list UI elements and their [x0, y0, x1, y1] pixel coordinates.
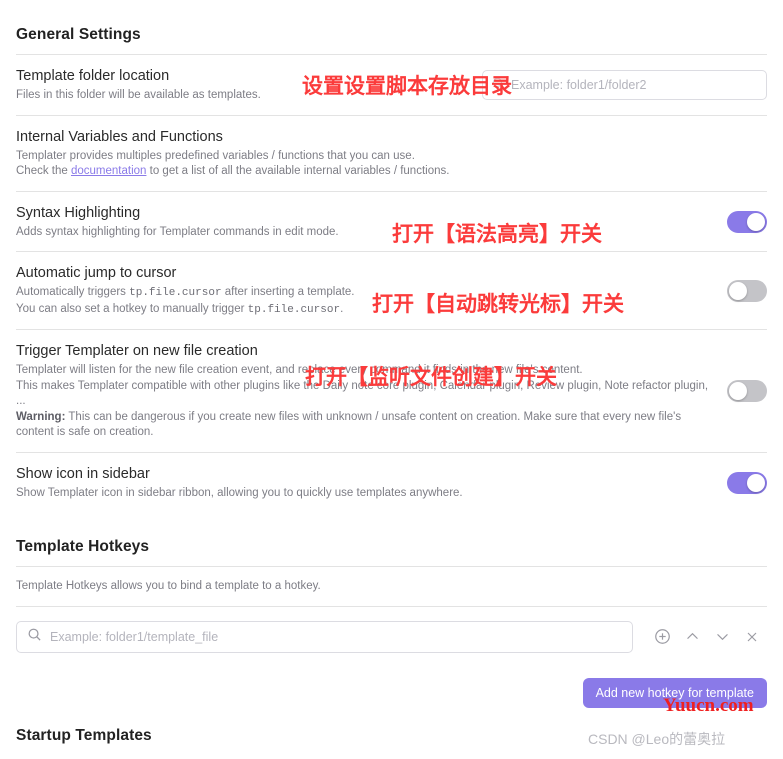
- toggle-show-icon-in-sidebar[interactable]: [727, 471, 767, 494]
- desc-a1: Automatically triggers: [16, 286, 130, 298]
- toggle-knob: [747, 473, 765, 492]
- hotkey-search-placeholder: Example: folder1/template_file: [50, 629, 219, 644]
- section-title-template-hotkeys: Template Hotkeys: [16, 538, 150, 555]
- setting-name: Trigger Templater on new file creation: [16, 343, 258, 359]
- setting-name: Show icon in sidebar: [16, 465, 150, 482]
- add-hotkey-button-wrap: Add new hotkey for template: [16, 665, 767, 713]
- setting-description-warning: Warning: This can be dangerous if you cr…: [16, 410, 715, 441]
- desc-b1: You can also set a hotkey to manually tr…: [16, 302, 248, 315]
- setting-row-show-icon-in-sidebar: Show icon in sidebar Show Templater icon…: [16, 453, 767, 513]
- search-icon: [27, 627, 42, 647]
- desc-code-2: tp.file.cursor: [247, 303, 341, 316]
- toggle-trigger-on-new-file[interactable]: [727, 380, 767, 403]
- desc-a2: after inserting a template.: [221, 286, 355, 298]
- setting-name: Syntax Highlighting: [16, 204, 141, 221]
- setting-info: Internal Variables and Functions Templat…: [16, 128, 767, 180]
- template-hotkeys-heading-wrap: Template Hotkeys: [16, 512, 767, 566]
- desc-pre: Check the: [16, 165, 71, 177]
- toggle-automatic-jump-to-cursor[interactable]: [727, 280, 767, 302]
- setting-description-line1: Templater will listen for the new file c…: [16, 364, 583, 376]
- setting-name: Automatic jump to cursor: [16, 265, 177, 281]
- setting-description-line1: Templater provides multiples predefined …: [16, 149, 415, 162]
- setting-row-trigger-on-new-file: Trigger Templater on new file creation T…: [16, 330, 767, 452]
- toggle-syntax-highlighting[interactable]: [727, 210, 767, 233]
- setting-info: Trigger Templater on new file creation T…: [16, 342, 715, 441]
- settings-page: General Settings Template folder locatio…: [0, 0, 783, 759]
- hotkey-search-row: Example: folder1/template_file: [16, 607, 767, 665]
- watermark-csdn: CSDN @Leo的蕾奥拉: [588, 731, 726, 747]
- desc-post: to get a list of all the available inter…: [146, 165, 450, 177]
- page-title: General Settings: [16, 26, 141, 43]
- desc-code-1: tp.file.cursor: [129, 287, 222, 299]
- chevron-down-icon[interactable]: [707, 622, 737, 652]
- warning-text: This can be dangerous if you create new …: [16, 410, 682, 439]
- general-settings-heading-wrap: General Settings: [16, 0, 767, 54]
- chevron-up-icon[interactable]: [677, 622, 707, 652]
- documentation-link[interactable]: documentation: [71, 165, 146, 177]
- plus-circle-icon[interactable]: [647, 622, 677, 652]
- setting-description-line1: Automatically triggers tp.file.cursor af…: [16, 285, 715, 302]
- toggle-knob: [729, 282, 747, 300]
- setting-description-line2: You can also set a hotkey to manually tr…: [16, 302, 715, 319]
- setting-name: Internal Variables and Functions: [16, 128, 223, 145]
- setting-description-line2: This makes Templater compatible with oth…: [16, 379, 709, 408]
- toggle-knob: [747, 212, 765, 231]
- hotkeys-description-row: Template Hotkeys allows you to bind a te…: [16, 567, 767, 606]
- close-icon[interactable]: [737, 622, 767, 652]
- setting-info: Template Hotkeys allows you to bind a te…: [16, 579, 767, 595]
- hotkeys-description: Template Hotkeys allows you to bind a te…: [16, 580, 321, 592]
- setting-description: Adds syntax highlighting for Templater c…: [16, 225, 339, 238]
- setting-description: Files in this folder will be available a…: [16, 89, 261, 101]
- setting-info: Automatic jump to cursor Automatically t…: [16, 264, 715, 318]
- setting-row-automatic-jump-to-cursor: Automatic jump to cursor Automatically t…: [16, 252, 767, 329]
- setting-description: Show Templater icon in sidebar ribbon, a…: [16, 486, 463, 499]
- setting-description-line2: Check the documentation to get a list of…: [16, 164, 767, 180]
- hotkey-search-input[interactable]: Example: folder1/template_file: [16, 620, 633, 653]
- watermark-yuucn: Yuucn.com: [663, 695, 754, 716]
- template-folder-placeholder: Example: folder1/folder2: [511, 78, 647, 93]
- setting-row-syntax-highlighting: Syntax Highlighting Adds syntax highligh…: [16, 192, 767, 252]
- setting-info: Template folder location Files in this f…: [16, 67, 470, 104]
- setting-row-template-folder-location: Template folder location Files in this f…: [16, 55, 767, 115]
- setting-name: Template folder location: [16, 68, 170, 84]
- template-folder-input[interactable]: Example: folder1/folder2: [482, 70, 767, 101]
- desc-b2: .: [340, 302, 344, 315]
- toggle-knob: [729, 382, 747, 401]
- setting-info: Show icon in sidebar Show Templater icon…: [16, 465, 715, 502]
- setting-row-internal-variables: Internal Variables and Functions Templat…: [16, 116, 767, 191]
- setting-info: Syntax Highlighting Adds syntax highligh…: [16, 204, 715, 241]
- search-icon: [491, 76, 505, 95]
- warning-label: Warning:: [16, 410, 66, 423]
